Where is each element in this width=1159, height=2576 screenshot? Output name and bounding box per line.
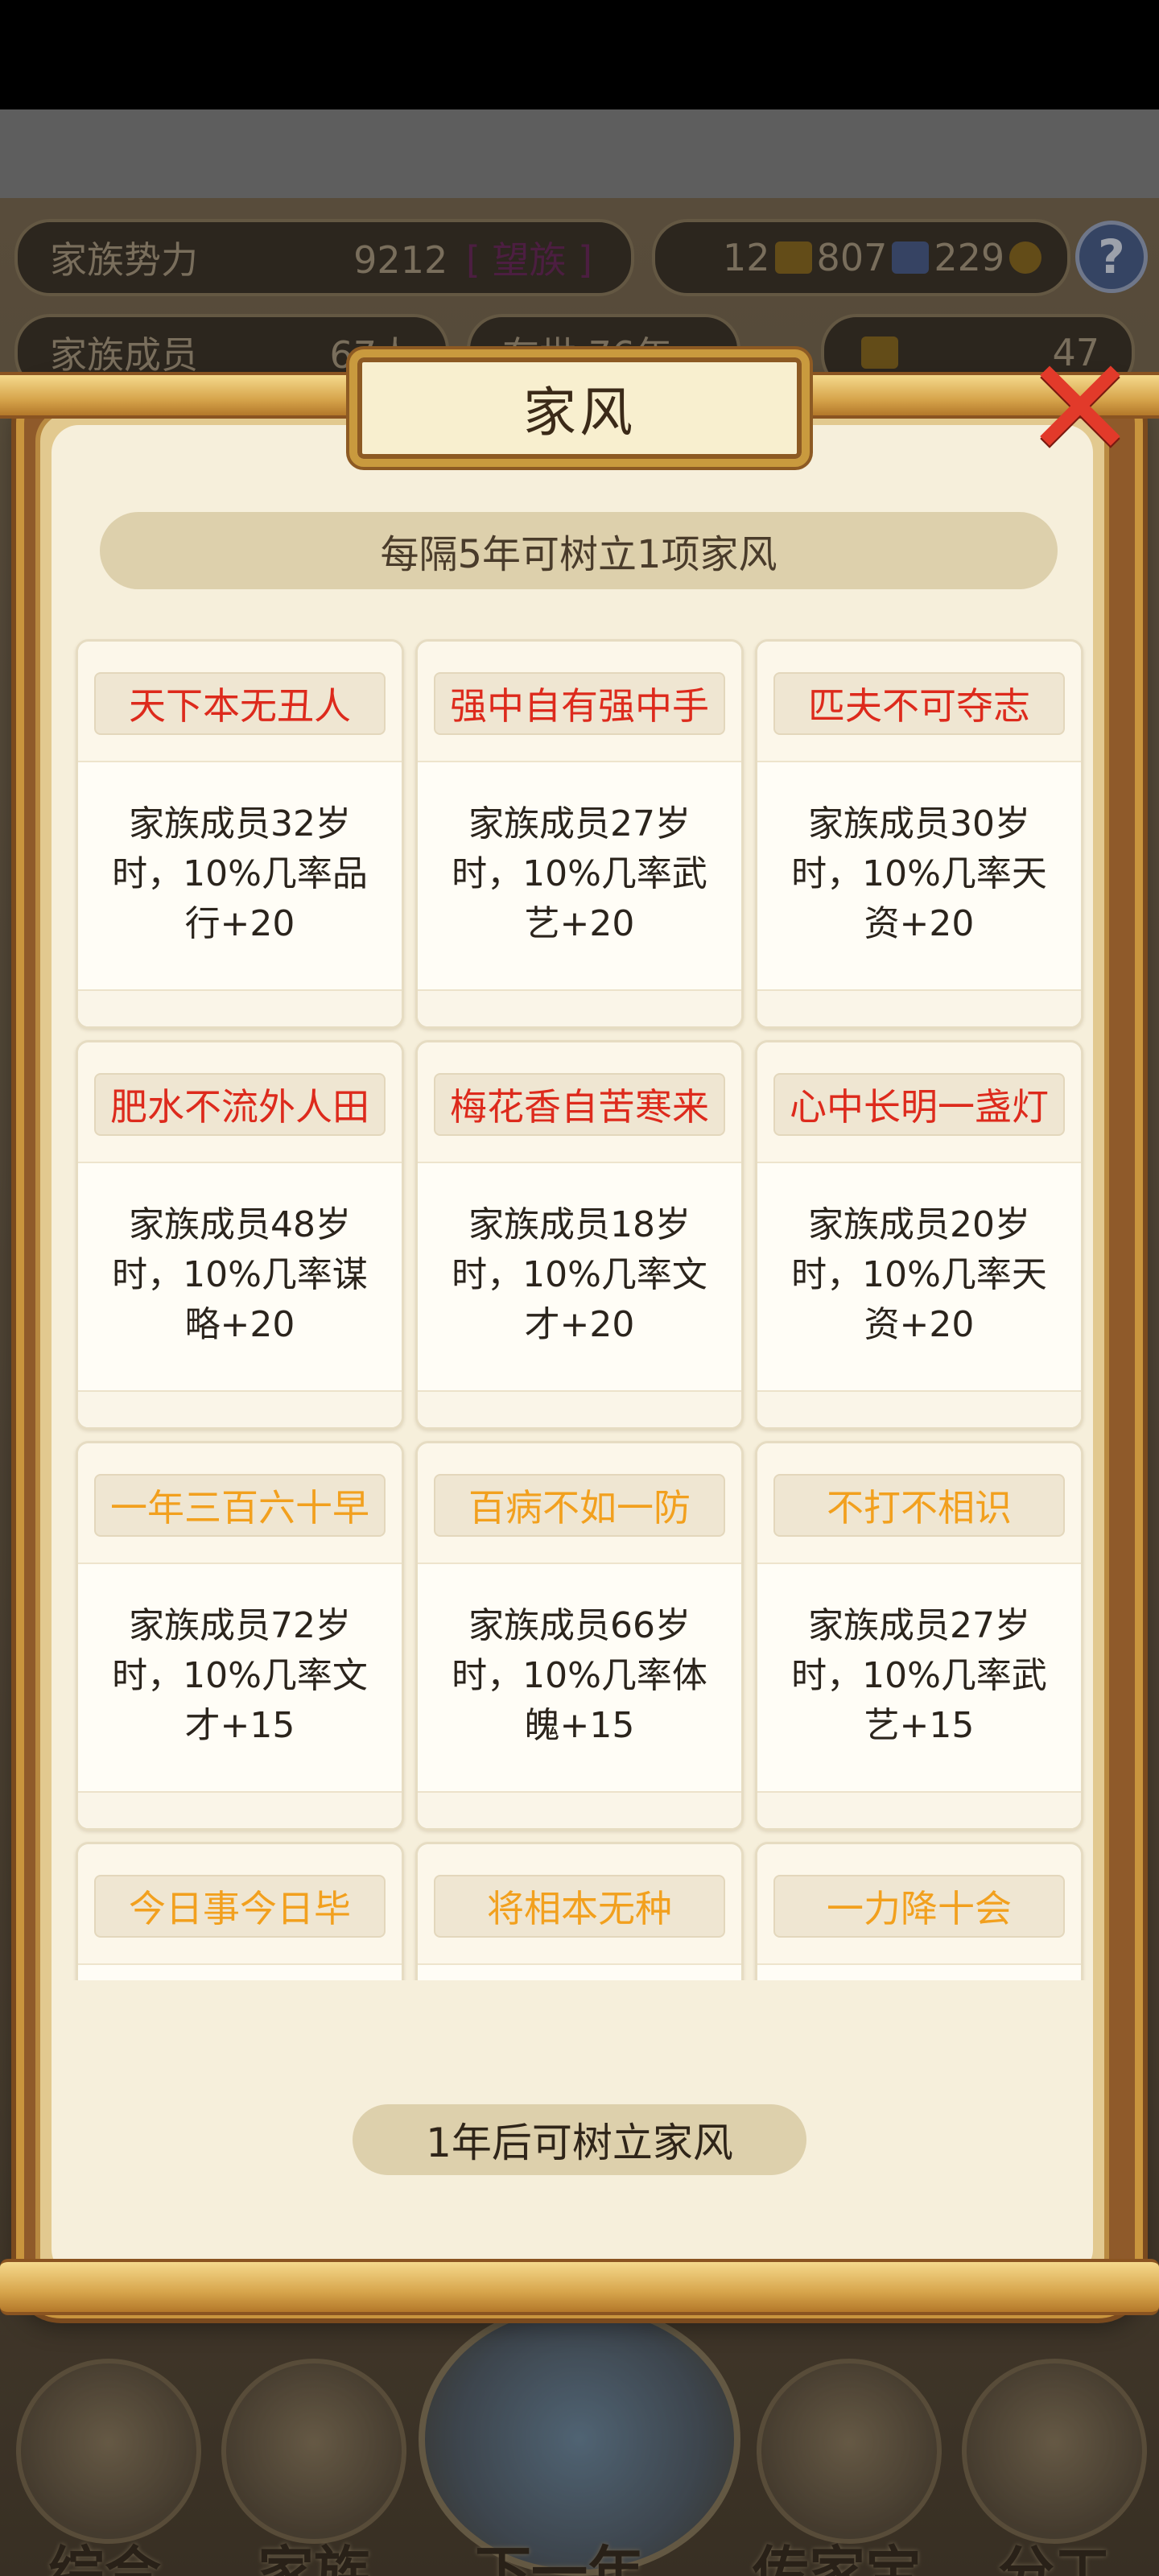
motto-card-footer (418, 1791, 741, 1828)
motto-card-description-line: 时，10%几率品 (112, 853, 368, 894)
motto-card[interactable]: 一力降十会 (755, 1842, 1083, 1980)
top-bar (0, 109, 1159, 198)
motto-card-description-line: 家族成员18岁 (468, 1204, 691, 1245)
motto-card[interactable]: 不打不相识家族成员27岁 时，10%几率武 艺+15 (755, 1441, 1083, 1831)
motto-card-description: 家族成员72岁 时，10%几率文 才+15 (94, 1601, 386, 1751)
motto-card-description-line: 家族成员32岁 (129, 803, 351, 844)
motto-card-description-line: 才+20 (524, 1304, 635, 1345)
motto-card-description-line: 时，10%几率文 (452, 1254, 707, 1295)
motto-card-title: 强中自有强中手 (434, 672, 725, 735)
motto-card[interactable]: 天下本无丑人家族成员32岁 时，10%几率品 行+20 (76, 639, 404, 1029)
close-icon[interactable]: ✕ (1016, 341, 1145, 477)
motto-card-description-line: 时，10%几率武 (791, 1655, 1047, 1696)
motto-card-description-line: 才+15 (184, 1705, 295, 1746)
motto-card-title: 天下本无丑人 (94, 672, 386, 735)
motto-card-description-line: 艺+20 (524, 903, 635, 944)
motto-card[interactable]: 将相本无种 (415, 1842, 744, 1980)
motto-card-footer (757, 1791, 1081, 1828)
motto-card-footer (418, 1390, 741, 1427)
motto-card-description: 家族成员20岁 时，10%几率天 资+20 (773, 1200, 1065, 1350)
motto-card-footer (757, 989, 1081, 1026)
dialog-bottom-beam (0, 2259, 1159, 2315)
motto-card[interactable]: 匹夫不可夺志家族成员30岁 时，10%几率天 资+20 (755, 639, 1083, 1029)
motto-card[interactable]: 百病不如一防家族成员66岁 时，10%几率体 魄+15 (415, 1441, 744, 1831)
motto-card-title: 梅花香自苦寒来 (434, 1073, 725, 1136)
motto-interval-info: 每隔5年可树立1项家风 (100, 512, 1058, 589)
motto-card-title: 今日事今日毕 (94, 1875, 386, 1938)
motto-card-title: 肥水不流外人田 (94, 1073, 386, 1136)
motto-card-description-line: 时，10%几率谋 (112, 1254, 368, 1295)
motto-card-title: 心中长明一盏灯 (773, 1073, 1065, 1136)
motto-card-title: 不打不相识 (773, 1474, 1065, 1537)
motto-card-description: 家族成员48岁 时，10%几率谋 略+20 (94, 1200, 386, 1350)
motto-card-title: 一年三百六十早 (94, 1474, 386, 1537)
motto-card-description-line: 家族成员20岁 (808, 1204, 1030, 1245)
motto-card-footer (757, 1390, 1081, 1427)
motto-card-description-line: 时，10%几率体 (452, 1655, 707, 1696)
motto-card[interactable]: 梅花香自苦寒来家族成员18岁 时，10%几率文 才+20 (415, 1040, 744, 1430)
motto-card-description-line: 魄+15 (524, 1705, 635, 1746)
motto-card-description-line: 资+20 (864, 1304, 975, 1345)
motto-card-description: 家族成员27岁 时，10%几率武 艺+15 (773, 1601, 1065, 1751)
motto-card-footer (78, 989, 402, 1026)
motto-card-description-line: 时，10%几率天 (791, 1254, 1047, 1295)
motto-card-description-line: 家族成员27岁 (468, 803, 691, 844)
motto-card-description: 家族成员18岁 时，10%几率文 才+20 (434, 1200, 725, 1350)
motto-card[interactable]: 肥水不流外人田家族成员48岁 时，10%几率谋 略+20 (76, 1040, 404, 1430)
motto-card-title: 匹夫不可夺志 (773, 672, 1065, 735)
motto-card-description-line: 艺+15 (864, 1705, 975, 1746)
status-bar (0, 0, 1159, 109)
dialog-title-plaque: 家风 (349, 349, 810, 467)
motto-card-description: 家族成员30岁 时，10%几率天 资+20 (773, 799, 1065, 949)
motto-card-description-line: 家族成员72岁 (129, 1605, 351, 1646)
dialog-title: 家风 (523, 382, 636, 444)
motto-card-description-line: 资+20 (864, 903, 975, 944)
motto-card-description-line: 时，10%几率文 (112, 1655, 368, 1696)
motto-card-title: 一力降十会 (773, 1875, 1065, 1938)
motto-card-footer (418, 989, 741, 1026)
motto-card-description: 家族成员27岁 时，10%几率武 艺+20 (434, 799, 725, 949)
motto-card-description: 家族成员32岁 时，10%几率品 行+20 (94, 799, 386, 949)
motto-card-description-line: 行+20 (184, 903, 295, 944)
motto-card[interactable]: 强中自有强中手家族成员27岁 时，10%几率武 艺+20 (415, 639, 744, 1029)
motto-card-title: 百病不如一防 (434, 1474, 725, 1537)
motto-card-description-line: 时，10%几率武 (452, 853, 707, 894)
motto-card-description: 家族成员66岁 时，10%几率体 魄+15 (434, 1601, 725, 1751)
motto-card-title: 将相本无种 (434, 1875, 725, 1938)
motto-card-description-line: 家族成员30岁 (808, 803, 1030, 844)
motto-card-description-line: 家族成员48岁 (129, 1204, 351, 1245)
motto-cooldown-status: 1年后可树立家风 (353, 2104, 806, 2175)
motto-card-description-line: 略+20 (184, 1304, 295, 1345)
motto-card[interactable]: 今日事今日毕 (76, 1842, 404, 1980)
motto-card-description-line: 家族成员66岁 (468, 1605, 691, 1646)
motto-card-description-line: 家族成员27岁 (808, 1605, 1030, 1646)
motto-card-footer (78, 1390, 402, 1427)
motto-card-description-line: 时，10%几率天 (791, 853, 1047, 894)
motto-card-grid[interactable]: 天下本无丑人 家族成员32岁 时，10%几率品 行+20 强中自有强中手 家族成员27岁时… (72, 636, 1087, 1980)
motto-card[interactable]: 心中长明一盏灯家族成员20岁 时，10%几率天 资+20 (755, 1040, 1083, 1430)
motto-card-footer (78, 1791, 402, 1828)
motto-card[interactable]: 一年三百六十早家族成员72岁 时，10%几率文 才+15 (76, 1441, 404, 1831)
